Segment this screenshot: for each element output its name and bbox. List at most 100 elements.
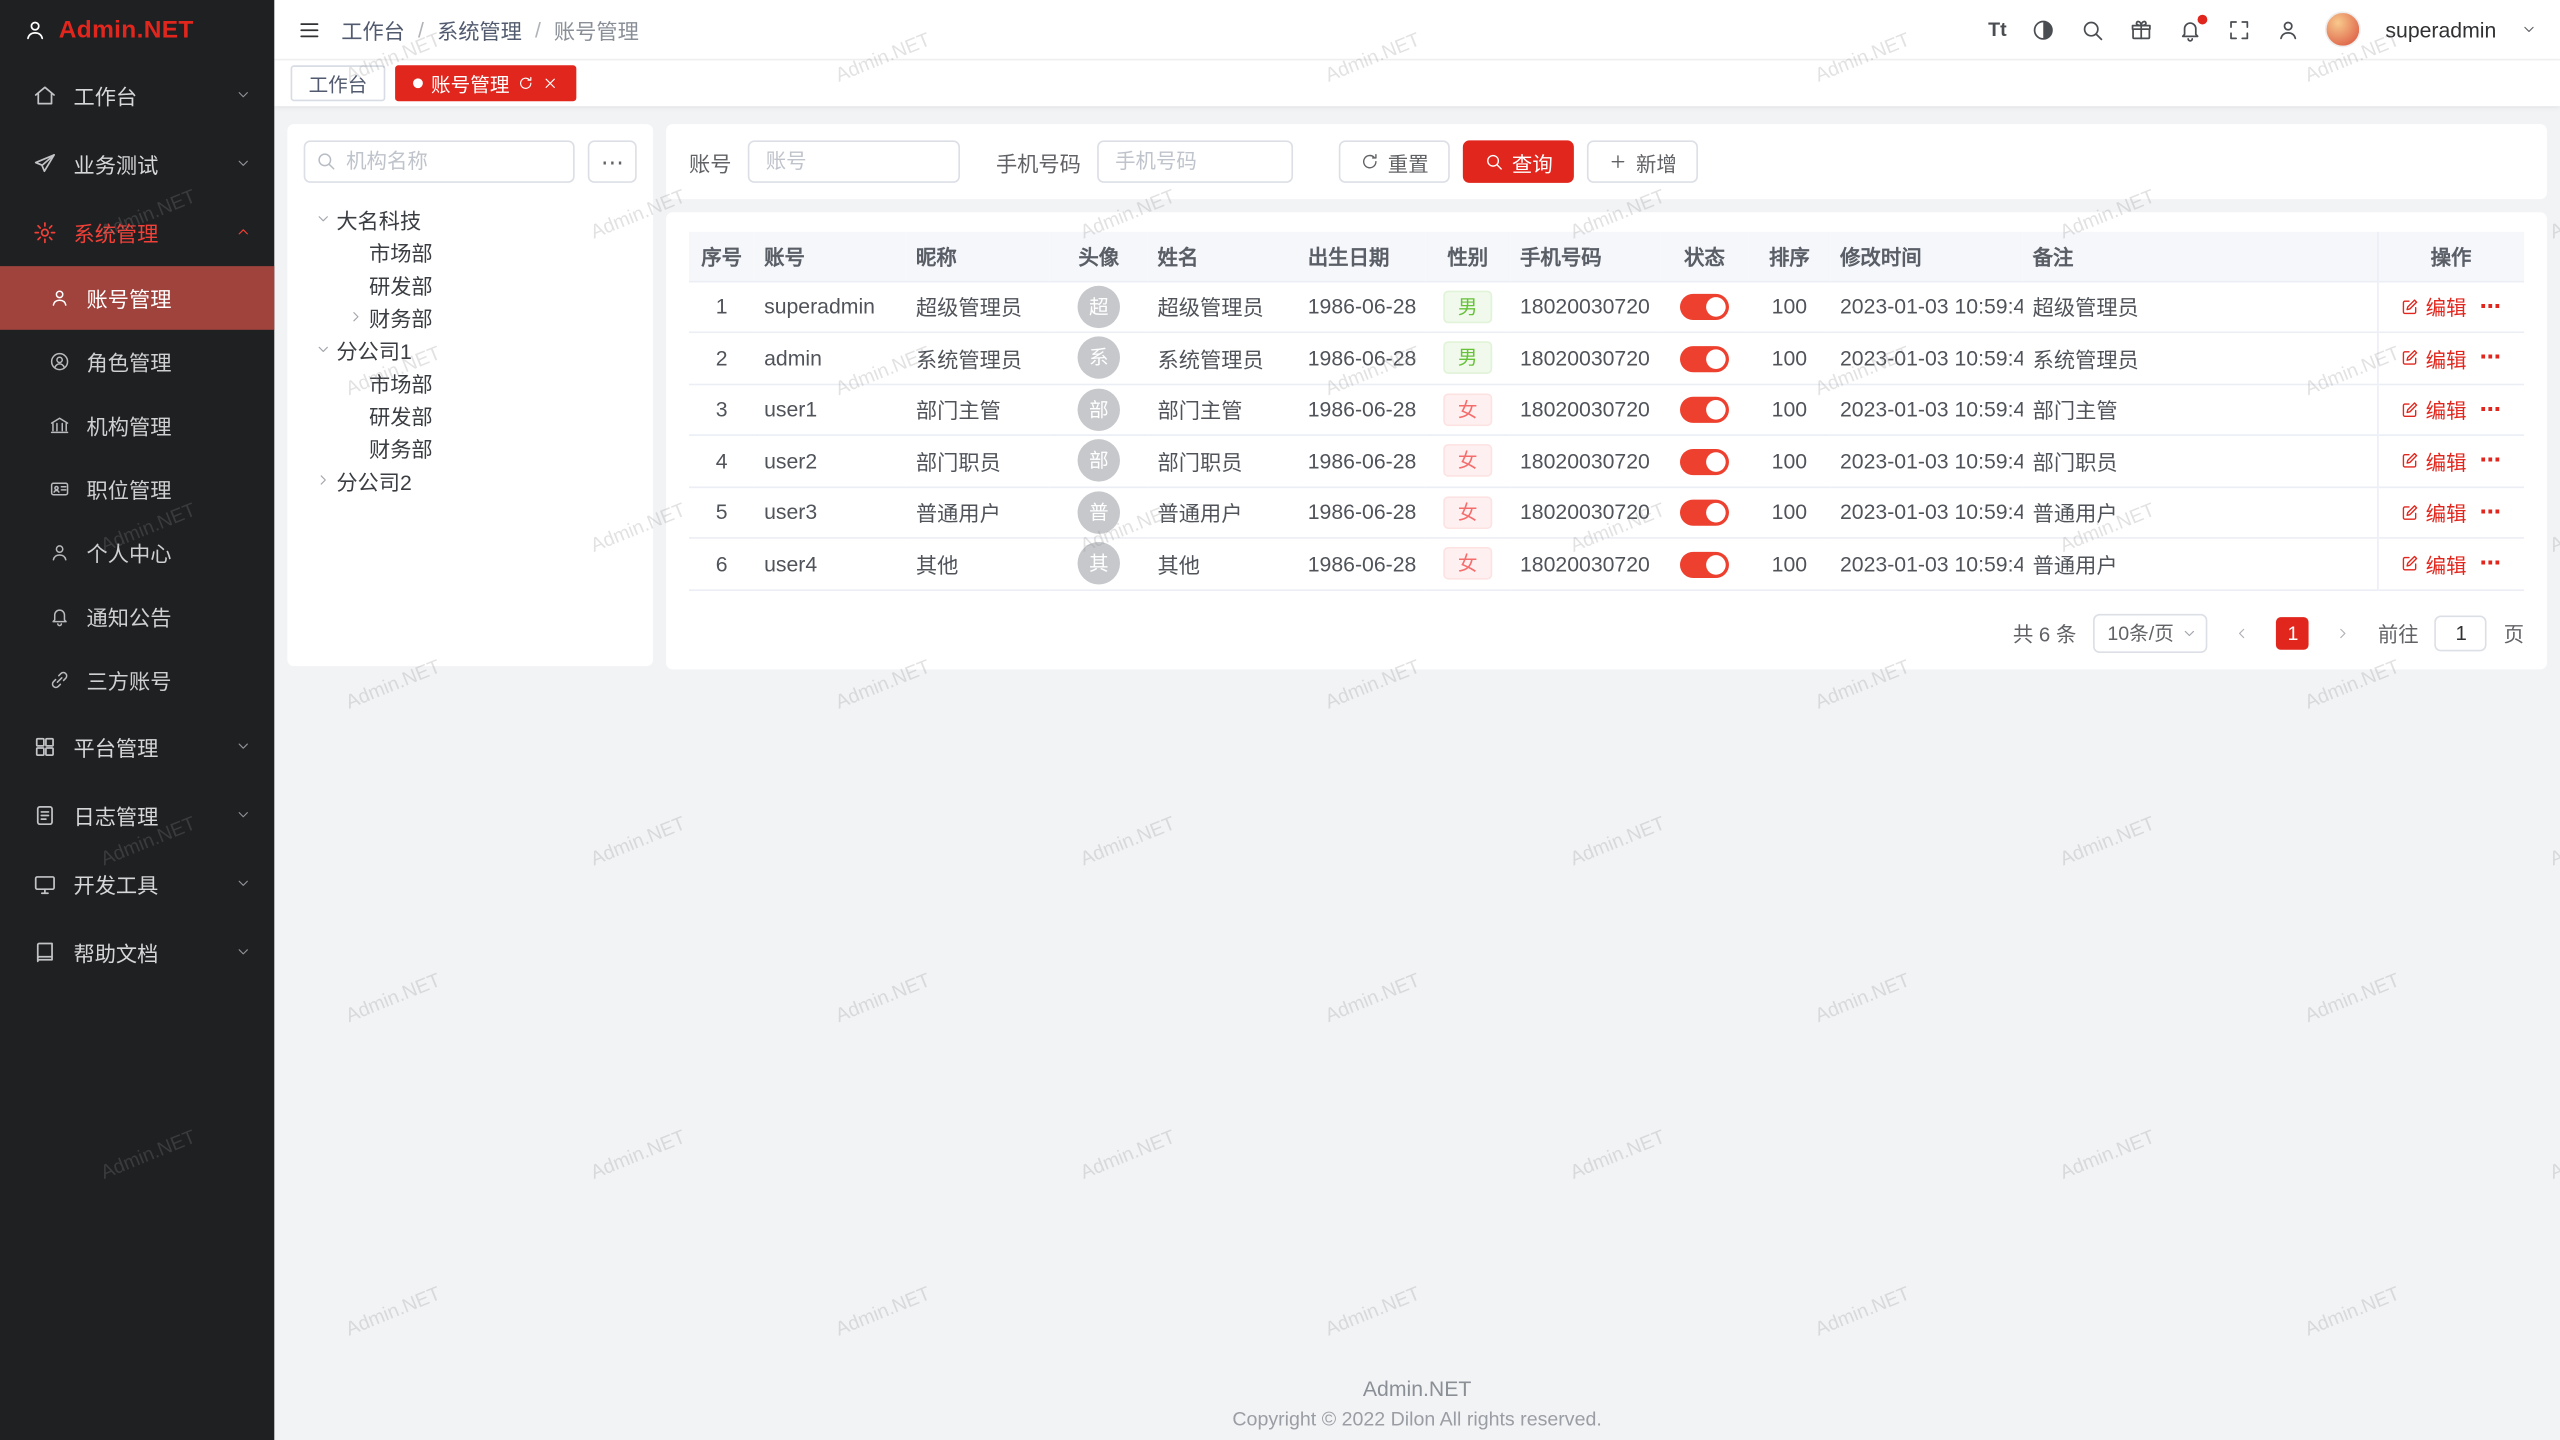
sidebar-item-third-party-account[interactable]: 三方账号 [0, 648, 274, 712]
tree-node[interactable]: 分公司2 [304, 464, 637, 497]
edit-icon [2400, 451, 2420, 471]
fullscreen-icon[interactable] [2227, 17, 2251, 41]
page-number-button[interactable]: 1 [2277, 616, 2310, 649]
profile-icon[interactable] [2276, 17, 2300, 41]
sidebar-item-org-management[interactable]: 机构管理 [0, 393, 274, 457]
reset-button[interactable]: 重置 [1339, 140, 1450, 182]
tree-node-label: 分公司2 [336, 464, 411, 495]
sidebar-item-label: 业务测试 [73, 148, 218, 179]
search-button[interactable]: 查询 [1463, 140, 1574, 182]
user-icon [49, 287, 70, 308]
refresh-icon[interactable] [518, 75, 534, 91]
col-avatar: 头像 [1050, 232, 1148, 281]
add-button[interactable]: 新增 [1587, 140, 1698, 182]
row-more-button[interactable]: ⋯ [2480, 551, 2503, 577]
edit-button[interactable]: 编辑 [2400, 548, 2467, 579]
edit-button[interactable]: 编辑 [2400, 445, 2467, 476]
edit-button[interactable]: 编辑 [2400, 394, 2467, 425]
user-avatar: 部 [1078, 440, 1120, 482]
edit-icon [2400, 502, 2420, 522]
edit-button[interactable]: 编辑 [2400, 497, 2467, 528]
status-toggle[interactable] [1680, 345, 1729, 371]
account-filter-input[interactable] [748, 140, 960, 182]
sidebar-item-business-test[interactable]: 业务测试 [0, 129, 274, 198]
font-size-icon[interactable]: Tt [1988, 18, 2006, 41]
tree-node[interactable]: 大名科技 [304, 202, 637, 235]
breadcrumb-item[interactable]: 工作台 [341, 14, 405, 45]
row-more-button[interactable]: ⋯ [2480, 293, 2503, 319]
gear-icon [33, 220, 57, 244]
tree-node[interactable]: 财务部 [304, 431, 637, 464]
sidebar-item-position-management[interactable]: 职位管理 [0, 457, 274, 521]
status-toggle[interactable] [1680, 448, 1729, 474]
plus-icon [1608, 152, 1628, 172]
breadcrumb-separator: / [418, 17, 424, 41]
col-birth: 出生日期 [1298, 232, 1425, 281]
goto-page-input[interactable] [2435, 615, 2487, 651]
dark-mode-icon[interactable] [2031, 17, 2055, 41]
prev-page-button[interactable] [2224, 615, 2260, 651]
breadcrumb-item[interactable]: 系统管理 [437, 14, 522, 45]
edit-button[interactable]: 编辑 [2400, 291, 2467, 322]
hamburger-menu-icon[interactable] [297, 17, 321, 41]
tree-node[interactable]: 财务部 [304, 300, 637, 333]
sidebar-item-workbench[interactable]: 工作台 [0, 60, 274, 129]
sidebar-item-label: 个人中心 [87, 537, 172, 568]
cell-time: 2023-01-03 10:59:44 [1830, 332, 2023, 383]
page-size-select[interactable]: 10条/页 [2093, 613, 2208, 652]
username[interactable]: superadmin [2385, 17, 2496, 41]
tree-node[interactable]: 研发部 [304, 268, 637, 301]
org-more-button[interactable]: ⋯ [588, 140, 637, 182]
org-name-search-input[interactable] [304, 140, 575, 182]
tree-node[interactable]: 市场部 [304, 366, 637, 399]
cell-time: 2023-01-03 10:59:44 [1830, 281, 2023, 332]
search-icon[interactable] [2080, 17, 2104, 41]
notification-bell-icon[interactable] [2178, 17, 2202, 41]
logo[interactable]: Admin.NET [0, 0, 274, 60]
sidebar-item-notice[interactable]: 通知公告 [0, 584, 274, 648]
col-order: 排序 [1749, 232, 1831, 281]
sidebar-item-help-docs[interactable]: 帮助文档 [0, 918, 274, 987]
tree-node[interactable]: 市场部 [304, 235, 637, 268]
cell-remark: 部门职员 [2023, 435, 2377, 486]
next-page-button[interactable] [2326, 615, 2362, 651]
cell-time: 2023-01-03 10:59:44 [1830, 487, 2023, 538]
sidebar-item-role-management[interactable]: 角色管理 [0, 330, 274, 394]
status-toggle[interactable] [1680, 397, 1729, 423]
sidebar-item-account-management[interactable]: 账号管理 [0, 266, 274, 330]
chevron-down-icon[interactable] [2521, 21, 2537, 37]
phone-filter-input[interactable] [1097, 140, 1293, 182]
tab-account-management[interactable]: 账号管理 [395, 65, 576, 101]
sidebar-item-personal-center[interactable]: 个人中心 [0, 521, 274, 585]
edit-button[interactable]: 编辑 [2400, 342, 2467, 373]
tree-node[interactable]: 研发部 [304, 398, 637, 431]
tree-node[interactable]: 分公司1 [304, 333, 637, 366]
avatar[interactable] [2325, 11, 2361, 47]
sidebar-item-platform-management[interactable]: 平台管理 [0, 712, 274, 781]
caret-down-icon[interactable] [310, 211, 336, 227]
cell-order: 100 [1749, 281, 1831, 332]
row-more-button[interactable]: ⋯ [2480, 448, 2503, 474]
close-icon[interactable] [542, 75, 558, 91]
gift-icon[interactable] [2129, 17, 2153, 41]
status-toggle[interactable] [1680, 294, 1729, 320]
sidebar-item-system-management[interactable]: 系统管理 [0, 198, 274, 267]
caret-right-icon[interactable] [310, 472, 336, 488]
row-more-button[interactable]: ⋯ [2480, 396, 2503, 422]
cell-index: 2 [689, 332, 754, 383]
sidebar-item-log-management[interactable]: 日志管理 [0, 780, 274, 849]
status-toggle[interactable] [1680, 500, 1729, 526]
row-more-button[interactable]: ⋯ [2480, 499, 2503, 525]
caret-right-icon[interactable] [343, 309, 369, 325]
edit-icon [2400, 400, 2420, 420]
sidebar-item-dev-tools[interactable]: 开发工具 [0, 849, 274, 918]
pagination: 共 6 条 10条/页 1 前往 页 [689, 613, 2524, 652]
cell-order: 100 [1749, 538, 1831, 589]
cell-name: 系统管理员 [1148, 332, 1298, 383]
cell-name: 其他 [1148, 538, 1298, 589]
row-more-button[interactable]: ⋯ [2480, 345, 2503, 371]
status-toggle[interactable] [1680, 551, 1729, 577]
sidebar-item-label: 三方账号 [87, 664, 172, 695]
caret-down-icon[interactable] [310, 341, 336, 357]
tab-workbench[interactable]: 工作台 [291, 65, 386, 101]
